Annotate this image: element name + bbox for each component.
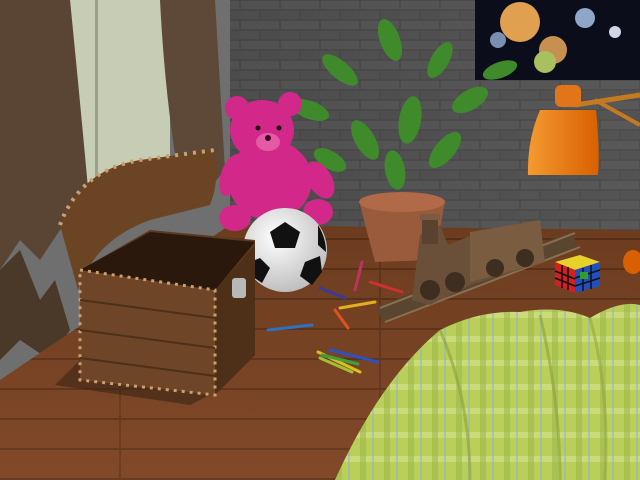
soccer-ball bbox=[243, 208, 327, 292]
kids-bedroom-scene bbox=[0, 0, 640, 480]
rubiks-cube bbox=[554, 255, 601, 293]
